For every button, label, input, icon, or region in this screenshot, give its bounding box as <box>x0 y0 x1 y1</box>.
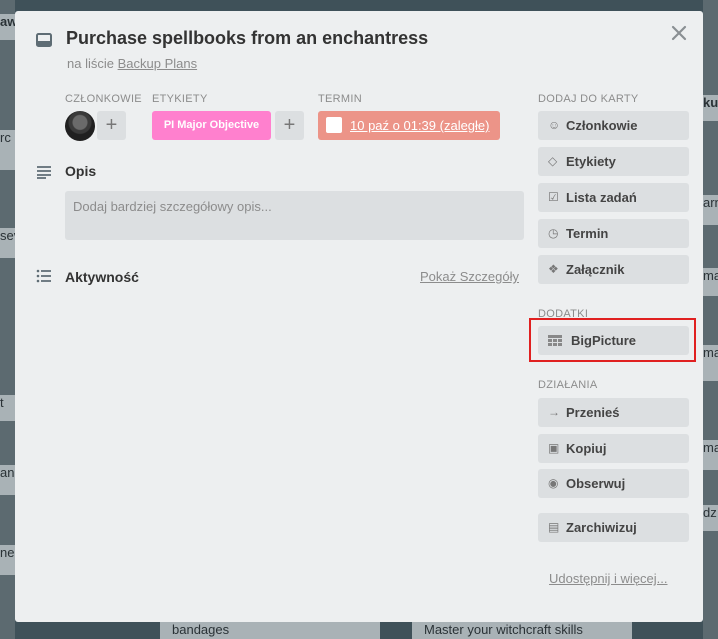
activity-title: Aktywność <box>65 269 139 285</box>
show-details-link[interactable]: Pokaż Szczegóły <box>420 269 519 284</box>
member-avatar[interactable] <box>65 111 95 141</box>
share-more-link[interactable]: Udostępnij i więcej... <box>549 571 668 586</box>
watch-button-label: Obserwuj <box>566 476 626 491</box>
card-list-info: na liście Backup Plans <box>67 56 197 71</box>
bg-card-right-5: mas <box>703 440 718 470</box>
labels-button-label: Etykiety <box>566 154 616 169</box>
bg-card-right-1: kup <box>703 95 718 121</box>
bg-card-bottom-2: Master your witchcraft skills <box>412 622 632 639</box>
checklist-button[interactable]: ☑ Lista zadań <box>538 183 689 212</box>
checkbox-icon: ☑ <box>548 190 559 204</box>
archive-icon: ▤ <box>548 520 560 534</box>
copy-button[interactable]: ▣ Kopiuj <box>538 434 689 463</box>
add-to-card-heading: DODAJ DO KARTY <box>538 93 639 105</box>
description-input[interactable]: Dodaj bardziej szczegółowy opis... <box>65 191 524 240</box>
person-icon: ☺ <box>548 118 561 132</box>
attachment-button-label: Załącznik <box>566 262 625 277</box>
list-link[interactable]: Backup Plans <box>118 56 198 71</box>
close-icon[interactable] <box>669 23 689 43</box>
copy-button-label: Kopiuj <box>566 441 607 456</box>
labels-label: ETYKIETY <box>152 93 208 105</box>
bg-card-right-3: mas <box>703 268 718 296</box>
checklist-button-label: Lista zadań <box>566 190 637 205</box>
bg-card-left-1: aw <box>0 14 15 40</box>
archive-button[interactable]: ▤ Zarchiwizuj <box>538 513 689 542</box>
due-date-text[interactable]: 10 paź o 01:39 (zaległe) <box>350 118 489 133</box>
bg-card-left-6: ner <box>0 545 15 575</box>
labels-button[interactable]: ◇ Etykiety <box>538 147 689 176</box>
paperclip-icon: ❖ <box>548 262 559 276</box>
watch-button[interactable]: ◉ Obserwuj <box>538 469 689 498</box>
members-button-label: Członkowie <box>566 118 638 133</box>
card-title[interactable]: Purchase spellbooks from an enchantress <box>66 28 428 49</box>
actions-heading: DZIAŁANIA <box>538 379 598 391</box>
bg-card-right-6: dz <box>703 505 718 531</box>
due-date-badge[interactable]: 10 paź o 01:39 (zaległe) <box>318 111 500 140</box>
bg-card-left-3: sev <box>0 228 15 258</box>
clock-icon: ◷ <box>548 226 559 240</box>
archive-button-label: Zarchiwizuj <box>566 520 637 535</box>
due-date-button-label: Termin <box>566 226 609 241</box>
bg-card-right-4: mas <box>703 345 718 381</box>
card-detail-modal: Purchase spellbooks from an enchantress … <box>15 11 703 622</box>
bg-card-left-5: ani <box>0 465 15 495</box>
card-icon <box>36 33 52 52</box>
due-complete-checkbox[interactable] <box>326 117 342 133</box>
due-label: TERMIN <box>318 93 362 105</box>
due-date-button[interactable]: ◷ Termin <box>538 219 689 248</box>
tag-icon: ◇ <box>548 154 558 168</box>
arrow-right-icon: → <box>548 405 560 419</box>
move-button-label: Przenieś <box>566 405 620 420</box>
board-list-left <box>0 0 15 639</box>
members-label: CZŁONKOWIE <box>65 93 142 105</box>
description-title: Opis <box>65 163 97 179</box>
bg-card-left-2: rc <box>0 130 15 170</box>
activity-icon <box>36 269 52 288</box>
bg-card-left-4: t <box>0 395 15 421</box>
card-icon: ▣ <box>548 441 560 455</box>
move-button[interactable]: → Przenieś <box>538 398 689 427</box>
attachment-button[interactable]: ❖ Załącznik <box>538 255 689 284</box>
add-label-button[interactable]: + <box>275 111 304 140</box>
add-member-button[interactable]: + <box>97 111 126 140</box>
bg-card-right-2: arn <box>703 195 718 225</box>
list-prefix: na liście <box>67 56 114 71</box>
label-pill[interactable]: PI Major Objective <box>152 111 271 140</box>
description-icon <box>36 165 52 184</box>
members-button[interactable]: ☺ Członkowie <box>538 111 689 140</box>
eye-icon: ◉ <box>548 476 559 490</box>
highlight-box <box>529 318 696 362</box>
bg-card-bottom-1: bandages <box>160 622 380 639</box>
